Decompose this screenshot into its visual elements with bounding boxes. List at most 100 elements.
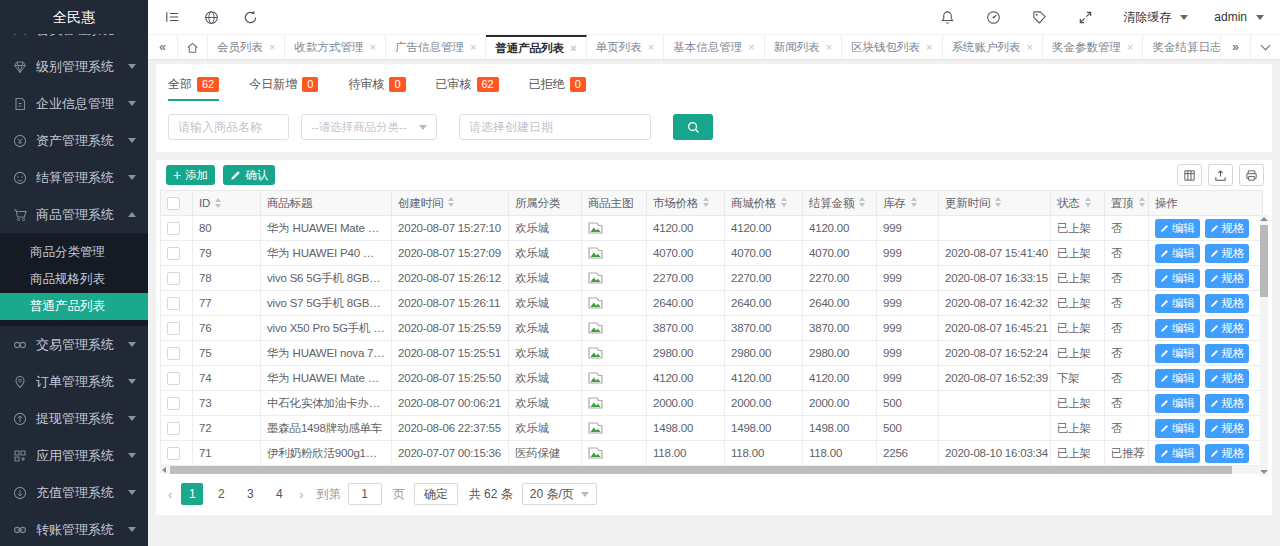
close-icon[interactable]: × [826, 41, 832, 53]
columns-icon[interactable] [1177, 164, 1202, 186]
close-icon[interactable]: × [648, 41, 654, 53]
edit-button[interactable]: 编辑 [1155, 344, 1200, 363]
fullscreen-icon[interactable] [1077, 9, 1093, 25]
edit-button[interactable]: 编辑 [1155, 269, 1200, 288]
row-checkbox[interactable] [167, 422, 180, 435]
close-icon[interactable]: × [570, 42, 576, 54]
clear-cache-dropdown[interactable]: 清除缓存 [1123, 9, 1188, 26]
filter-tab-已拒绝[interactable]: 已拒绝0 [529, 76, 586, 101]
prev-page-button[interactable]: ‹ [166, 487, 174, 502]
sort-icon[interactable] [703, 197, 709, 207]
page-button-2[interactable]: 2 [210, 483, 232, 505]
page-button-4[interactable]: 4 [268, 483, 290, 505]
column-header-库存[interactable]: 库存 [877, 191, 939, 216]
tabs-scroll-right-button[interactable]: » [1220, 35, 1250, 59]
print-icon[interactable] [1239, 164, 1264, 186]
tab-单页列表[interactable]: 单页列表× [587, 35, 664, 59]
refresh-icon[interactable] [242, 9, 258, 25]
sort-icon[interactable] [911, 197, 917, 207]
spec-button[interactable]: 规格 [1205, 244, 1250, 263]
tabs-scroll-left-button[interactable]: « [148, 35, 178, 59]
vertical-scroll-thumb[interactable] [1260, 225, 1268, 297]
home-tab-button[interactable] [178, 35, 208, 59]
page-button-1[interactable]: 1 [181, 483, 203, 505]
confirm-button[interactable]: 确认 [223, 165, 275, 185]
tab-奖金参数管理[interactable]: 奖金参数管理× [1043, 35, 1143, 59]
page-button-3[interactable]: 3 [239, 483, 261, 505]
close-icon[interactable]: × [748, 41, 754, 53]
row-checkbox[interactable] [167, 372, 180, 385]
column-header-置顶[interactable]: 置顶 [1105, 191, 1149, 216]
fold-icon[interactable] [164, 9, 180, 25]
per-page-select[interactable]: 20 条/页 [522, 483, 597, 505]
sidebar-item[interactable]: 转账管理系统 [0, 511, 148, 546]
edit-button[interactable]: 编辑 [1155, 219, 1200, 238]
filter-tab-待审核[interactable]: 待审核0 [348, 76, 405, 101]
spec-button[interactable]: 规格 [1205, 319, 1250, 338]
bell-icon[interactable] [939, 9, 955, 25]
sidebar-item[interactable]: 资产管理系统 [0, 122, 148, 159]
close-icon[interactable]: × [1127, 41, 1133, 53]
scroll-left-arrow-icon[interactable] [162, 467, 166, 473]
sidebar-item[interactable]: 交易管理系统 [0, 326, 148, 363]
category-select[interactable]: --请选择商品分类-- [301, 114, 437, 140]
close-icon[interactable]: × [369, 41, 375, 53]
sort-icon[interactable] [781, 197, 787, 207]
close-icon[interactable]: × [470, 41, 476, 53]
product-name-input[interactable]: 请输入商品名称 [168, 114, 289, 140]
sidebar-subitem[interactable]: 普通产品列表 [0, 293, 148, 320]
edit-button[interactable]: 编辑 [1155, 294, 1200, 313]
column-header-结算金额[interactable]: 结算金额 [803, 191, 877, 216]
spec-button[interactable]: 规格 [1205, 344, 1250, 363]
gauge-icon[interactable] [985, 9, 1001, 25]
column-header-状态[interactable]: 状态 [1051, 191, 1105, 216]
horizontal-scroll-thumb[interactable] [170, 466, 1232, 474]
sidebar-item[interactable]: 级别管理系统 [0, 48, 148, 85]
scroll-up-arrow-icon[interactable] [1260, 217, 1268, 221]
sidebar-subitem[interactable]: 商品分类管理 [0, 239, 148, 266]
tab-会员列表[interactable]: 会员列表× [208, 35, 285, 59]
sidebar-item[interactable]: 会员管理系统 [0, 34, 148, 48]
spec-button[interactable]: 规格 [1205, 394, 1250, 413]
vertical-scrollbar[interactable] [1260, 215, 1268, 476]
spec-button[interactable]: 规格 [1205, 269, 1250, 288]
sort-icon[interactable] [995, 197, 1001, 207]
filter-tab-今日新增[interactable]: 今日新增0 [249, 76, 318, 101]
sidebar-item[interactable]: 充值管理系统 [0, 474, 148, 511]
column-header-ID[interactable]: ID [193, 191, 261, 216]
edit-button[interactable]: 编辑 [1155, 394, 1200, 413]
jump-page-input[interactable]: 1 [348, 483, 382, 505]
edit-button[interactable]: 编辑 [1155, 369, 1200, 388]
jump-confirm-button[interactable]: 确定 [414, 483, 458, 505]
row-checkbox[interactable] [167, 397, 180, 410]
sidebar-subitem[interactable]: 商品规格列表 [0, 266, 148, 293]
tab-普通产品列表[interactable]: 普通产品列表× [486, 35, 586, 59]
scroll-down-arrow-icon[interactable] [1260, 470, 1268, 474]
column-header-商城价格[interactable]: 商城价格 [725, 191, 803, 216]
spec-button[interactable]: 规格 [1205, 369, 1250, 388]
column-header-创建时间[interactable]: 创建时间 [392, 191, 509, 216]
edit-button[interactable]: 编辑 [1155, 444, 1200, 463]
row-checkbox[interactable] [167, 347, 180, 360]
tabs-menu-button[interactable] [1250, 35, 1280, 59]
tab-奖金结算日志[interactable]: 奖金结算日志× [1143, 35, 1220, 59]
tab-新闻列表[interactable]: 新闻列表× [765, 35, 842, 59]
select-all-checkbox[interactable] [167, 197, 180, 210]
edit-button[interactable]: 编辑 [1155, 244, 1200, 263]
globe-icon[interactable] [203, 9, 219, 25]
filter-tab-全部[interactable]: 全部62 [168, 76, 219, 101]
sort-icon[interactable] [215, 198, 221, 208]
edit-button[interactable]: 编辑 [1155, 419, 1200, 438]
row-checkbox[interactable] [167, 297, 180, 310]
tab-系统账户列表[interactable]: 系统账户列表× [943, 35, 1043, 59]
horizontal-scrollbar[interactable] [160, 466, 1268, 474]
sidebar-item[interactable]: 应用管理系统 [0, 437, 148, 474]
row-checkbox[interactable] [167, 247, 180, 260]
close-icon[interactable]: × [269, 41, 275, 53]
filter-tab-已审核[interactable]: 已审核62 [436, 76, 499, 101]
tab-广告信息管理[interactable]: 广告信息管理× [386, 35, 486, 59]
sidebar-item[interactable]: 企业信息管理 [0, 85, 148, 122]
sort-icon[interactable] [1085, 197, 1091, 207]
close-icon[interactable]: × [1027, 41, 1033, 53]
export-icon[interactable] [1208, 164, 1233, 186]
